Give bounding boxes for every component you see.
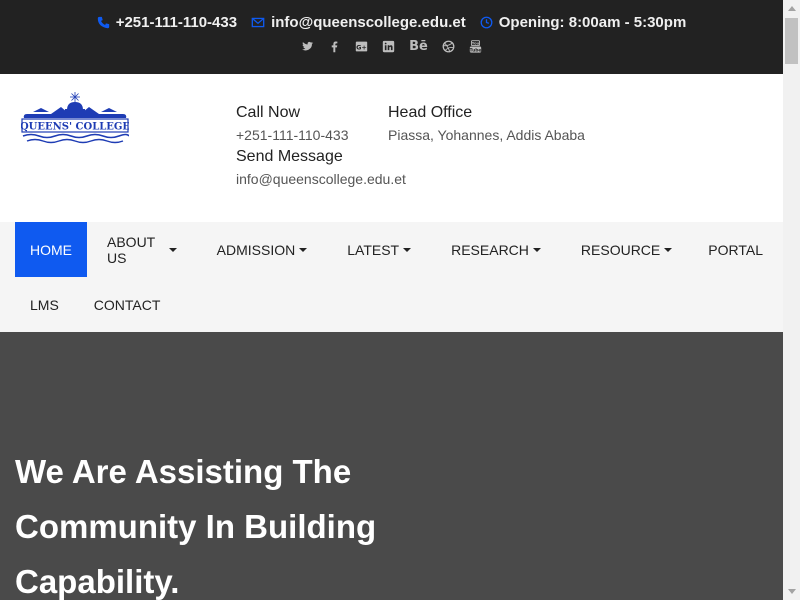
twitter-icon[interactable] <box>301 40 314 53</box>
nav-row-2: LMS CONTACT <box>15 277 783 332</box>
nav-lms-label: LMS <box>30 296 59 313</box>
top-email[interactable]: info@queenscollege.edu.et <box>251 14 466 31</box>
main-nav: HOME ABOUT US ADMISSION LATEST RESEARCH … <box>0 222 783 332</box>
queens-college-logo[interactable]: QUEENS' COLLEGE <box>21 90 129 146</box>
nav-row-1: HOME ABOUT US ADMISSION LATEST RESEARCH … <box>15 222 783 277</box>
behance-icon[interactable]: Bē <box>409 39 428 54</box>
scrollbar-thumb[interactable] <box>785 18 798 64</box>
top-opening: Opening: 8:00am - 5:30pm <box>480 14 687 31</box>
call-now-title: Call Now <box>236 104 301 121</box>
chevron-down-icon <box>664 247 673 252</box>
nav-research[interactable]: RESEARCH <box>431 222 561 277</box>
head-office-block: Head Office Piassa, Yohannes, Addis Abab… <box>388 104 585 143</box>
top-bar: +251-111-110-433 info@queenscollege.edu.… <box>0 0 783 74</box>
top-contacts: +251-111-110-433 info@queenscollege.edu.… <box>0 0 783 31</box>
social-links: G+ Bē You Tube <box>0 39 783 54</box>
nav-latest[interactable]: LATEST <box>327 222 431 277</box>
send-message-block: Send Message info@queenscollege.edu.et <box>236 148 406 187</box>
send-message-title: Send Message <box>236 148 343 165</box>
chevron-down-icon <box>403 247 412 252</box>
clock-icon <box>480 16 493 29</box>
top-email-text: info@queenscollege.edu.et <box>271 14 466 31</box>
call-now-value[interactable]: +251-111-110-433 <box>236 127 348 143</box>
nav-portal[interactable]: PORTAL <box>692 222 783 277</box>
svg-text:You: You <box>471 42 480 46</box>
nav-resource-label: RESOURCE <box>580 241 661 258</box>
google-plus-icon[interactable]: G+ <box>355 40 368 53</box>
chevron-down-icon <box>299 247 308 252</box>
nav-portal-label: PORTAL <box>708 241 763 258</box>
chevron-down-icon <box>532 247 541 252</box>
nav-home[interactable]: HOME <box>15 222 87 277</box>
hero-headline: We Are Assisting The Community In Buildi… <box>15 453 377 600</box>
page-scrollbar[interactable] <box>783 0 800 600</box>
nav-research-label: RESEARCH <box>451 241 529 258</box>
nav-about-us[interactable]: ABOUT US <box>87 222 197 277</box>
top-phone[interactable]: +251-111-110-433 <box>97 14 237 31</box>
head-office-value: Piassa, Yohannes, Addis Ababa <box>388 127 585 143</box>
youtube-icon[interactable]: You Tube <box>469 40 482 53</box>
linkedin-icon[interactable] <box>382 40 395 53</box>
nav-latest-label: LATEST <box>347 241 400 258</box>
site-header: QUEENS' COLLEGE Call Now +251-111-110-43… <box>0 74 783 222</box>
top-phone-text: +251-111-110-433 <box>115 14 238 31</box>
top-opening-text: Opening: 8:00am - 5:30pm <box>498 14 687 31</box>
chevron-down-icon <box>168 247 177 252</box>
nav-lms[interactable]: LMS <box>15 277 79 332</box>
facebook-icon[interactable] <box>328 40 341 53</box>
call-now-block: Call Now +251-111-110-433 <box>236 104 348 143</box>
svg-text:Tube: Tube <box>469 47 481 53</box>
phone-icon <box>97 16 109 29</box>
nav-home-label: HOME <box>30 241 72 258</box>
envelope-icon <box>251 17 265 28</box>
nav-admission-label: ADMISSION <box>216 241 296 258</box>
page: +251-111-110-433 info@queenscollege.edu.… <box>0 0 783 600</box>
hero-section: We Are Assisting The Community In Buildi… <box>0 332 783 600</box>
send-message-value[interactable]: info@queenscollege.edu.et <box>236 171 406 187</box>
scroll-up-arrow-icon[interactable] <box>783 0 800 17</box>
nav-resource[interactable]: RESOURCE <box>561 222 692 277</box>
scroll-down-arrow-icon[interactable] <box>783 583 800 600</box>
nav-about-us-label: ABOUT US <box>107 233 155 266</box>
nav-contact-label: CONTACT <box>93 296 161 313</box>
nav-admission[interactable]: ADMISSION <box>197 222 328 277</box>
nav-contact[interactable]: CONTACT <box>79 277 181 332</box>
head-office-title: Head Office <box>388 104 473 121</box>
svg-text:G+: G+ <box>356 43 367 51</box>
logo-text: QUEENS' COLLEGE <box>21 122 129 133</box>
dribbble-icon[interactable] <box>442 40 455 53</box>
